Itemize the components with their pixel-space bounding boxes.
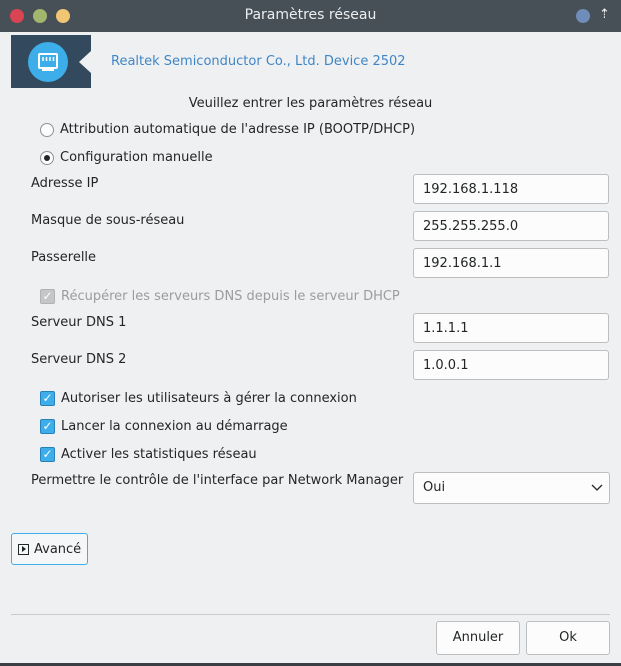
dns2-label: Serveur DNS 2 — [31, 352, 127, 367]
stats-label: Activer les statistiques réseau — [61, 447, 257, 462]
check-icon: ✓ — [40, 289, 55, 304]
dialog-window: Paramètres réseau ⇡ Realtek Semiconducto… — [0, 0, 621, 666]
gateway-label: Passerelle — [31, 250, 97, 265]
nm-label: Permettre le contrôle de l'interface par… — [31, 473, 404, 488]
chevron-down-icon — [591, 473, 603, 515]
expand-arrow-icon — [18, 543, 29, 555]
gateway-field[interactable] — [413, 248, 609, 278]
dns-dhcp-checkbox: ✓ Récupérer les serveurs DNS depuis le s… — [40, 289, 400, 304]
start-boot-checkbox[interactable]: ✓ Lancer la connexion au démarrage — [40, 419, 288, 434]
ok-button[interactable]: Ok — [526, 621, 610, 655]
radio-manual-label: Configuration manuelle — [60, 150, 213, 165]
stats-checkbox[interactable]: ✓ Activer les statistiques réseau — [40, 447, 257, 462]
radio-auto-label: Attribution automatique de l'adresse IP … — [60, 122, 416, 137]
mask-label: Masque de sous-réseau — [31, 213, 185, 228]
window-title: Paramètres réseau — [244, 7, 377, 23]
dns1-field[interactable] — [413, 313, 609, 343]
keep-above-icon[interactable]: ⇡ — [599, 7, 610, 22]
title-bar[interactable]: Paramètres réseau ⇡ — [0, 0, 621, 32]
mask-field[interactable] — [413, 211, 609, 241]
cancel-button[interactable]: Annuler — [436, 621, 520, 655]
network-card-icon — [28, 42, 68, 82]
check-icon[interactable]: ✓ — [40, 391, 55, 406]
radio-indicator[interactable] — [40, 150, 54, 165]
nm-select-value: Oui — [423, 480, 446, 495]
check-icon[interactable]: ✓ — [40, 419, 55, 434]
check-icon[interactable]: ✓ — [40, 447, 55, 462]
divider — [11, 614, 610, 615]
advanced-label: Avancé — [34, 541, 82, 557]
ip-field[interactable] — [413, 174, 609, 204]
radio-auto-dhcp[interactable]: Attribution automatique de l'adresse IP … — [40, 122, 415, 137]
nm-select[interactable]: Oui — [413, 472, 610, 504]
advanced-button[interactable]: Avancé — [11, 533, 88, 565]
device-name: Realtek Semiconductor Co., Ltd. Device 2… — [111, 54, 406, 69]
dns2-field[interactable] — [413, 350, 609, 380]
radio-indicator[interactable] — [40, 122, 54, 137]
start-boot-label: Lancer la connexion au démarrage — [61, 419, 288, 434]
header-notch — [79, 51, 91, 73]
dns-dhcp-label: Récupérer les serveurs DNS depuis le ser… — [61, 289, 400, 304]
radio-manual[interactable]: Configuration manuelle — [40, 150, 213, 165]
allow-users-checkbox[interactable]: ✓ Autoriser les utilisateurs à gérer la … — [40, 391, 357, 406]
dns1-label: Serveur DNS 1 — [31, 315, 127, 330]
allow-users-label: Autoriser les utilisateurs à gérer la co… — [61, 391, 357, 406]
window-menu-button[interactable] — [576, 9, 590, 23]
ip-label: Adresse IP — [31, 176, 99, 191]
prompt-text: Veuillez entrer les paramètres réseau — [188, 96, 433, 111]
